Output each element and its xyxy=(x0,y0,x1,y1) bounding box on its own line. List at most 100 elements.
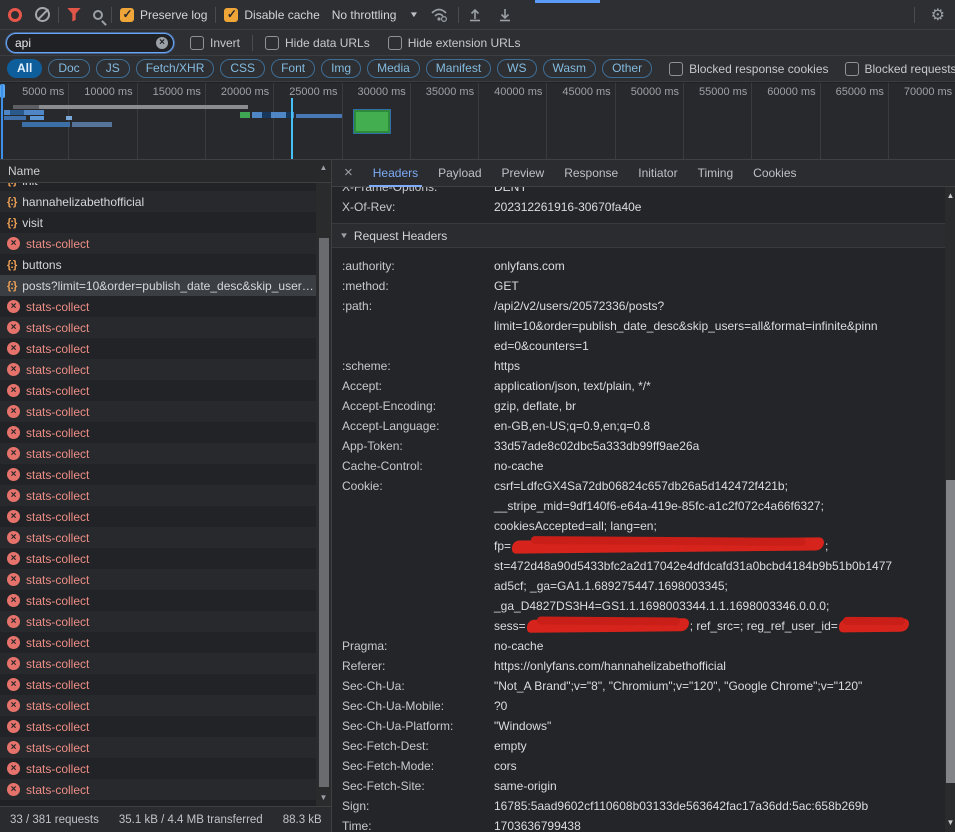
request-row[interactable]: {:}visit xyxy=(0,212,316,233)
tab-cookies[interactable]: Cookies xyxy=(743,160,806,187)
scroll-down-icon[interactable]: ▼ xyxy=(945,816,955,830)
error-icon: × xyxy=(7,720,20,733)
import-har-icon[interactable] xyxy=(467,7,483,23)
close-icon[interactable]: × xyxy=(332,164,363,183)
request-name: stats-collect xyxy=(26,531,316,545)
throttling-select[interactable]: No throttling xyxy=(332,8,397,22)
timeline-tick-label: 10000 ms xyxy=(84,86,132,98)
record-button[interactable] xyxy=(8,8,22,22)
name-column-header[interactable]: Name xyxy=(0,160,331,183)
filter-type-wasm[interactable]: Wasm xyxy=(543,59,597,78)
request-row[interactable]: ×stats-collect xyxy=(0,380,316,401)
timeline-tick-label: 65000 ms xyxy=(836,86,884,98)
error-icon: × xyxy=(7,510,20,523)
scroll-up-icon[interactable]: ▲ xyxy=(945,189,955,203)
timeline-tick-label: 5000 ms xyxy=(22,86,64,98)
request-row[interactable]: ×stats-collect xyxy=(0,527,316,548)
request-row[interactable]: ×stats-collect xyxy=(0,296,316,317)
scrollbar-thumb[interactable] xyxy=(319,238,329,787)
tab-initiator[interactable]: Initiator xyxy=(628,160,687,187)
header-name: :path: xyxy=(342,296,494,356)
request-row[interactable]: ×stats-collect xyxy=(0,716,316,737)
preserve-log-checkbox[interactable] xyxy=(120,8,134,22)
request-row[interactable]: {:}posts?limit=10&order=publish_date_des… xyxy=(0,275,316,296)
header-value: GET xyxy=(494,276,945,296)
error-icon: × xyxy=(7,573,20,586)
scroll-up-icon[interactable]: ▲ xyxy=(316,161,331,175)
request-row[interactable]: × stats-collect xyxy=(0,569,316,590)
request-row[interactable]: ×stats-collect xyxy=(0,443,316,464)
filter-icon[interactable] xyxy=(67,8,81,22)
request-headers-section-header[interactable]: ▼Request Headers xyxy=(332,224,945,248)
request-row[interactable]: ×stats-collect xyxy=(0,506,316,527)
request-list-panel: Name {:}init{:}hannahelizabethofficial{:… xyxy=(0,160,331,832)
request-row[interactable]: ×stats-collect xyxy=(0,317,316,338)
filter-type-ws[interactable]: WS xyxy=(497,59,536,78)
tab-payload[interactable]: Payload xyxy=(428,160,491,187)
network-conditions-icon[interactable] xyxy=(430,7,450,23)
filter-type-font[interactable]: Font xyxy=(271,59,315,78)
header-value: 33d57ade8c02dbc5a333db99ff9ae26a xyxy=(494,436,945,456)
hide-data-urls-checkbox[interactable] xyxy=(265,36,279,50)
scrollbar-thumb[interactable] xyxy=(946,480,955,783)
tab-response[interactable]: Response xyxy=(554,160,628,187)
fetch-xhr-icon: {:} xyxy=(7,280,16,292)
request-row[interactable]: ×stats-collect xyxy=(0,485,316,506)
request-row[interactable]: ×stats-collect xyxy=(0,422,316,443)
filter-type-doc[interactable]: Doc xyxy=(48,59,89,78)
request-row[interactable]: ×stats-collect xyxy=(0,359,316,380)
scroll-down-icon[interactable]: ▼ xyxy=(316,791,331,805)
request-row[interactable]: {:}hannahelizabethofficial xyxy=(0,191,316,212)
header-name: :method: xyxy=(342,276,494,296)
request-row[interactable]: ×stats-collect xyxy=(0,464,316,485)
error-icon: × xyxy=(7,657,20,670)
filter-type-js[interactable]: JS xyxy=(96,59,130,78)
request-name: stats-collect xyxy=(26,573,316,587)
clear-filter-icon[interactable]: × xyxy=(156,37,168,49)
filter-type-media[interactable]: Media xyxy=(367,59,420,78)
request-row[interactable]: ×stats-collect xyxy=(0,548,316,569)
request-row[interactable]: ×stats-collect xyxy=(0,758,316,779)
blocked-response-cookies-checkbox[interactable] xyxy=(669,62,683,76)
request-list-scrollbar[interactable]: ▲ ▼ xyxy=(316,183,331,806)
divider xyxy=(58,7,59,23)
hide-extension-urls-checkbox[interactable] xyxy=(388,36,402,50)
header-row: Sec-Ch-Ua-Mobile:?0 xyxy=(332,696,945,716)
request-row[interactable]: {:}buttons xyxy=(0,254,316,275)
search-icon[interactable] xyxy=(93,10,103,20)
request-row[interactable]: ×stats-collect xyxy=(0,233,316,254)
tab-timing[interactable]: Timing xyxy=(688,160,744,187)
request-row[interactable]: ×stats-collect xyxy=(0,611,316,632)
disable-cache-checkbox[interactable] xyxy=(224,8,238,22)
chevron-down-icon[interactable]: ▼ xyxy=(409,10,419,19)
request-row[interactable]: ×stats-collect xyxy=(0,653,316,674)
request-row[interactable]: ×stats-collect xyxy=(0,401,316,422)
request-row[interactable]: ×stats-collect xyxy=(0,632,316,653)
request-row[interactable]: ×stats-collect xyxy=(0,737,316,758)
request-row[interactable]: ×stats-collect xyxy=(0,590,316,611)
filter-input[interactable]: api × xyxy=(6,33,174,53)
request-row[interactable]: ×stats-collect xyxy=(0,338,316,359)
request-row[interactable]: ×stats-collect xyxy=(0,695,316,716)
request-row[interactable]: ×stats-collect xyxy=(0,674,316,695)
invert-checkbox[interactable] xyxy=(190,36,204,50)
blocked-requests-checkbox[interactable] xyxy=(845,62,859,76)
timeline-tick-label: 40000 ms xyxy=(494,86,542,98)
filter-type-manifest[interactable]: Manifest xyxy=(426,59,491,78)
export-har-icon[interactable] xyxy=(497,7,513,23)
filter-type-other[interactable]: Other xyxy=(602,59,652,78)
clear-button[interactable] xyxy=(35,7,50,22)
tab-headers[interactable]: Headers xyxy=(363,160,428,187)
request-row[interactable]: ×stats-collect xyxy=(0,779,316,800)
filter-type-fetch-xhr[interactable]: Fetch/XHR xyxy=(136,59,215,78)
tab-preview[interactable]: Preview xyxy=(492,160,555,187)
settings-gear-icon[interactable]: ⚙ xyxy=(931,5,945,25)
filter-type-css[interactable]: CSS xyxy=(220,59,265,78)
disclosure-triangle-icon: ▼ xyxy=(339,231,349,240)
filter-type-img[interactable]: Img xyxy=(321,59,361,78)
filter-type-all[interactable]: All xyxy=(7,59,42,78)
network-overview-timeline[interactable]: 5000 ms10000 ms15000 ms20000 ms25000 ms3… xyxy=(0,83,955,160)
request-row[interactable]: {:}init xyxy=(0,183,316,191)
details-scrollbar[interactable]: ▲ ▼ xyxy=(945,187,955,832)
header-value: onlyfans.com xyxy=(494,256,945,276)
